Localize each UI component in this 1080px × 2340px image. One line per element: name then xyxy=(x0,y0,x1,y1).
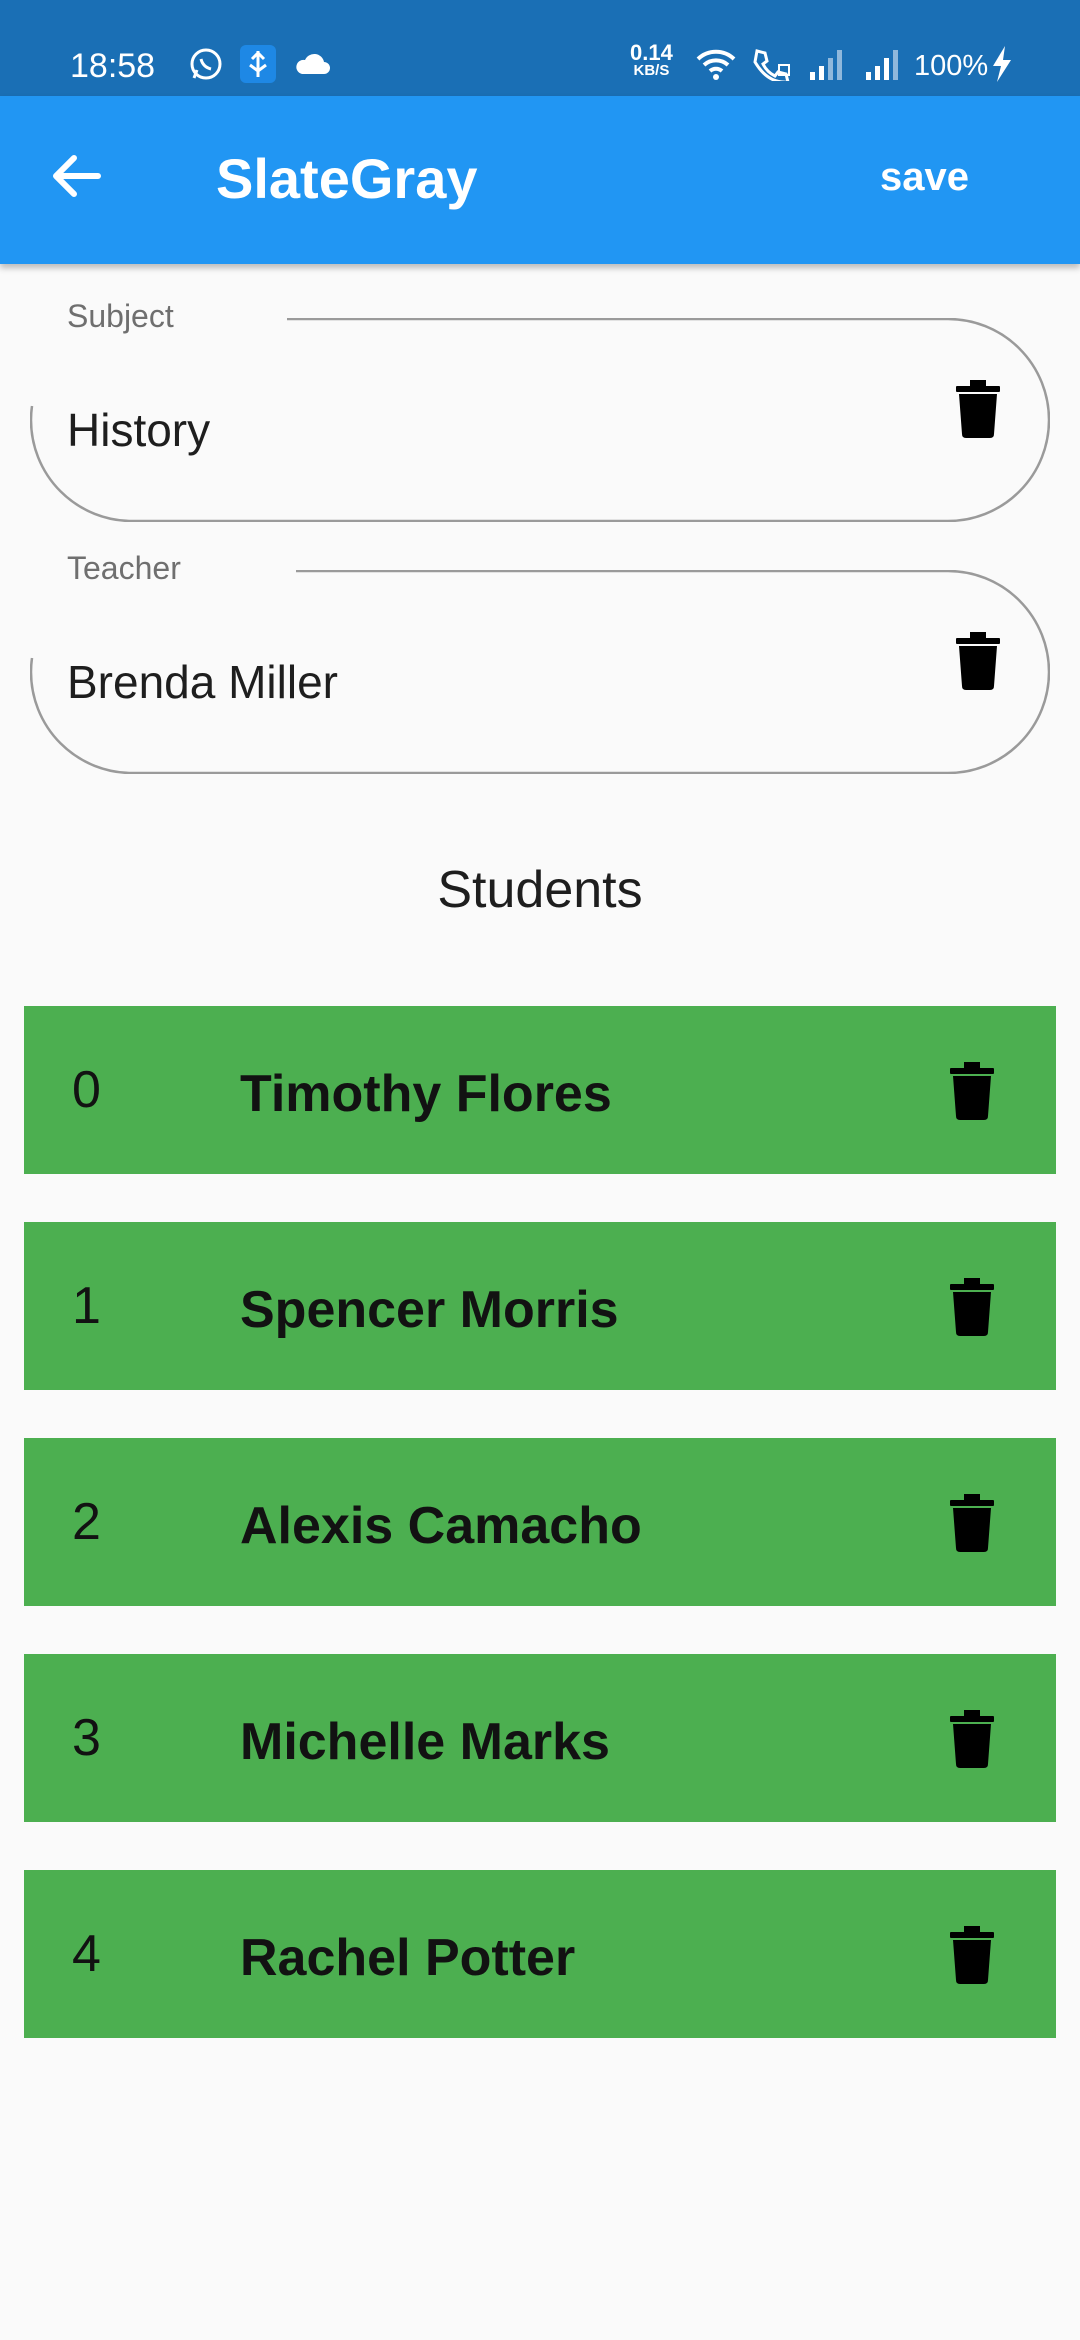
trash-icon xyxy=(950,1278,994,1336)
student-name: Alexis Camacho xyxy=(240,1497,642,1555)
student-name: Rachel Potter xyxy=(240,1929,576,1987)
whatsapp-icon xyxy=(186,44,226,84)
student-row[interactable]: 3 Michelle Marks xyxy=(24,1654,1056,1822)
student-name: Spencer Morris xyxy=(240,1281,619,1339)
delete-student-button[interactable] xyxy=(950,1278,1002,1338)
student-row[interactable]: 2 Alexis Camacho xyxy=(24,1438,1056,1606)
speed-unit: KB/S xyxy=(633,62,670,79)
subject-field[interactable]: Subject History xyxy=(30,298,1050,522)
arrow-back-icon xyxy=(53,155,101,197)
back-button[interactable] xyxy=(48,148,120,212)
status-bar: 18:58 0.14 KB/S 100% xyxy=(0,0,1080,96)
trash-icon xyxy=(950,1062,994,1120)
cloud-icon xyxy=(292,44,332,84)
teacher-field[interactable]: Teacher Brenda Miller xyxy=(30,550,1050,774)
trash-icon xyxy=(950,1926,994,1984)
students-heading: Students xyxy=(437,861,643,919)
student-index: 2 xyxy=(72,1493,101,1551)
network-speed: 0.14 KB/S xyxy=(630,40,673,80)
trash-icon xyxy=(956,380,1000,438)
student-index: 0 xyxy=(72,1061,101,1119)
student-name: Michelle Marks xyxy=(240,1713,610,1771)
speed-value: 0.14 xyxy=(630,40,673,65)
student-row[interactable]: 0 Timothy Flores xyxy=(24,1006,1056,1174)
delete-student-button[interactable] xyxy=(950,1710,1002,1770)
signal-icon xyxy=(806,44,846,84)
clear-subject-button[interactable] xyxy=(956,380,1008,440)
delete-student-button[interactable] xyxy=(950,1062,1002,1122)
student-index: 1 xyxy=(72,1277,101,1335)
trash-icon xyxy=(956,632,1000,690)
teacher-input[interactable]: Brenda Miller xyxy=(67,654,338,710)
trash-icon xyxy=(950,1710,994,1768)
delete-student-button[interactable] xyxy=(950,1494,1002,1554)
app-bar: SlateGray save xyxy=(0,96,1080,264)
signal-icon-2 xyxy=(862,44,902,84)
charging-icon xyxy=(990,44,1014,84)
page-title: SlateGray xyxy=(216,147,478,210)
student-index: 3 xyxy=(72,1709,101,1767)
usb-icon xyxy=(240,44,276,84)
wifi-call-icon xyxy=(750,44,794,84)
student-index: 4 xyxy=(72,1925,101,1983)
trash-icon xyxy=(950,1494,994,1552)
subject-input[interactable]: History xyxy=(67,402,210,458)
student-row[interactable]: 4 Rachel Potter xyxy=(24,1870,1056,2038)
clear-teacher-button[interactable] xyxy=(956,632,1008,692)
delete-student-button[interactable] xyxy=(950,1926,1002,1986)
subject-label: Subject xyxy=(67,298,174,334)
battery-percent: 100% xyxy=(914,50,989,82)
teacher-label: Teacher xyxy=(67,550,181,586)
wifi-icon xyxy=(694,44,738,84)
student-name: Timothy Flores xyxy=(240,1065,612,1123)
student-row[interactable]: 1 Spencer Morris xyxy=(24,1222,1056,1390)
status-time: 18:58 xyxy=(70,47,156,85)
save-button[interactable]: save xyxy=(880,152,969,202)
